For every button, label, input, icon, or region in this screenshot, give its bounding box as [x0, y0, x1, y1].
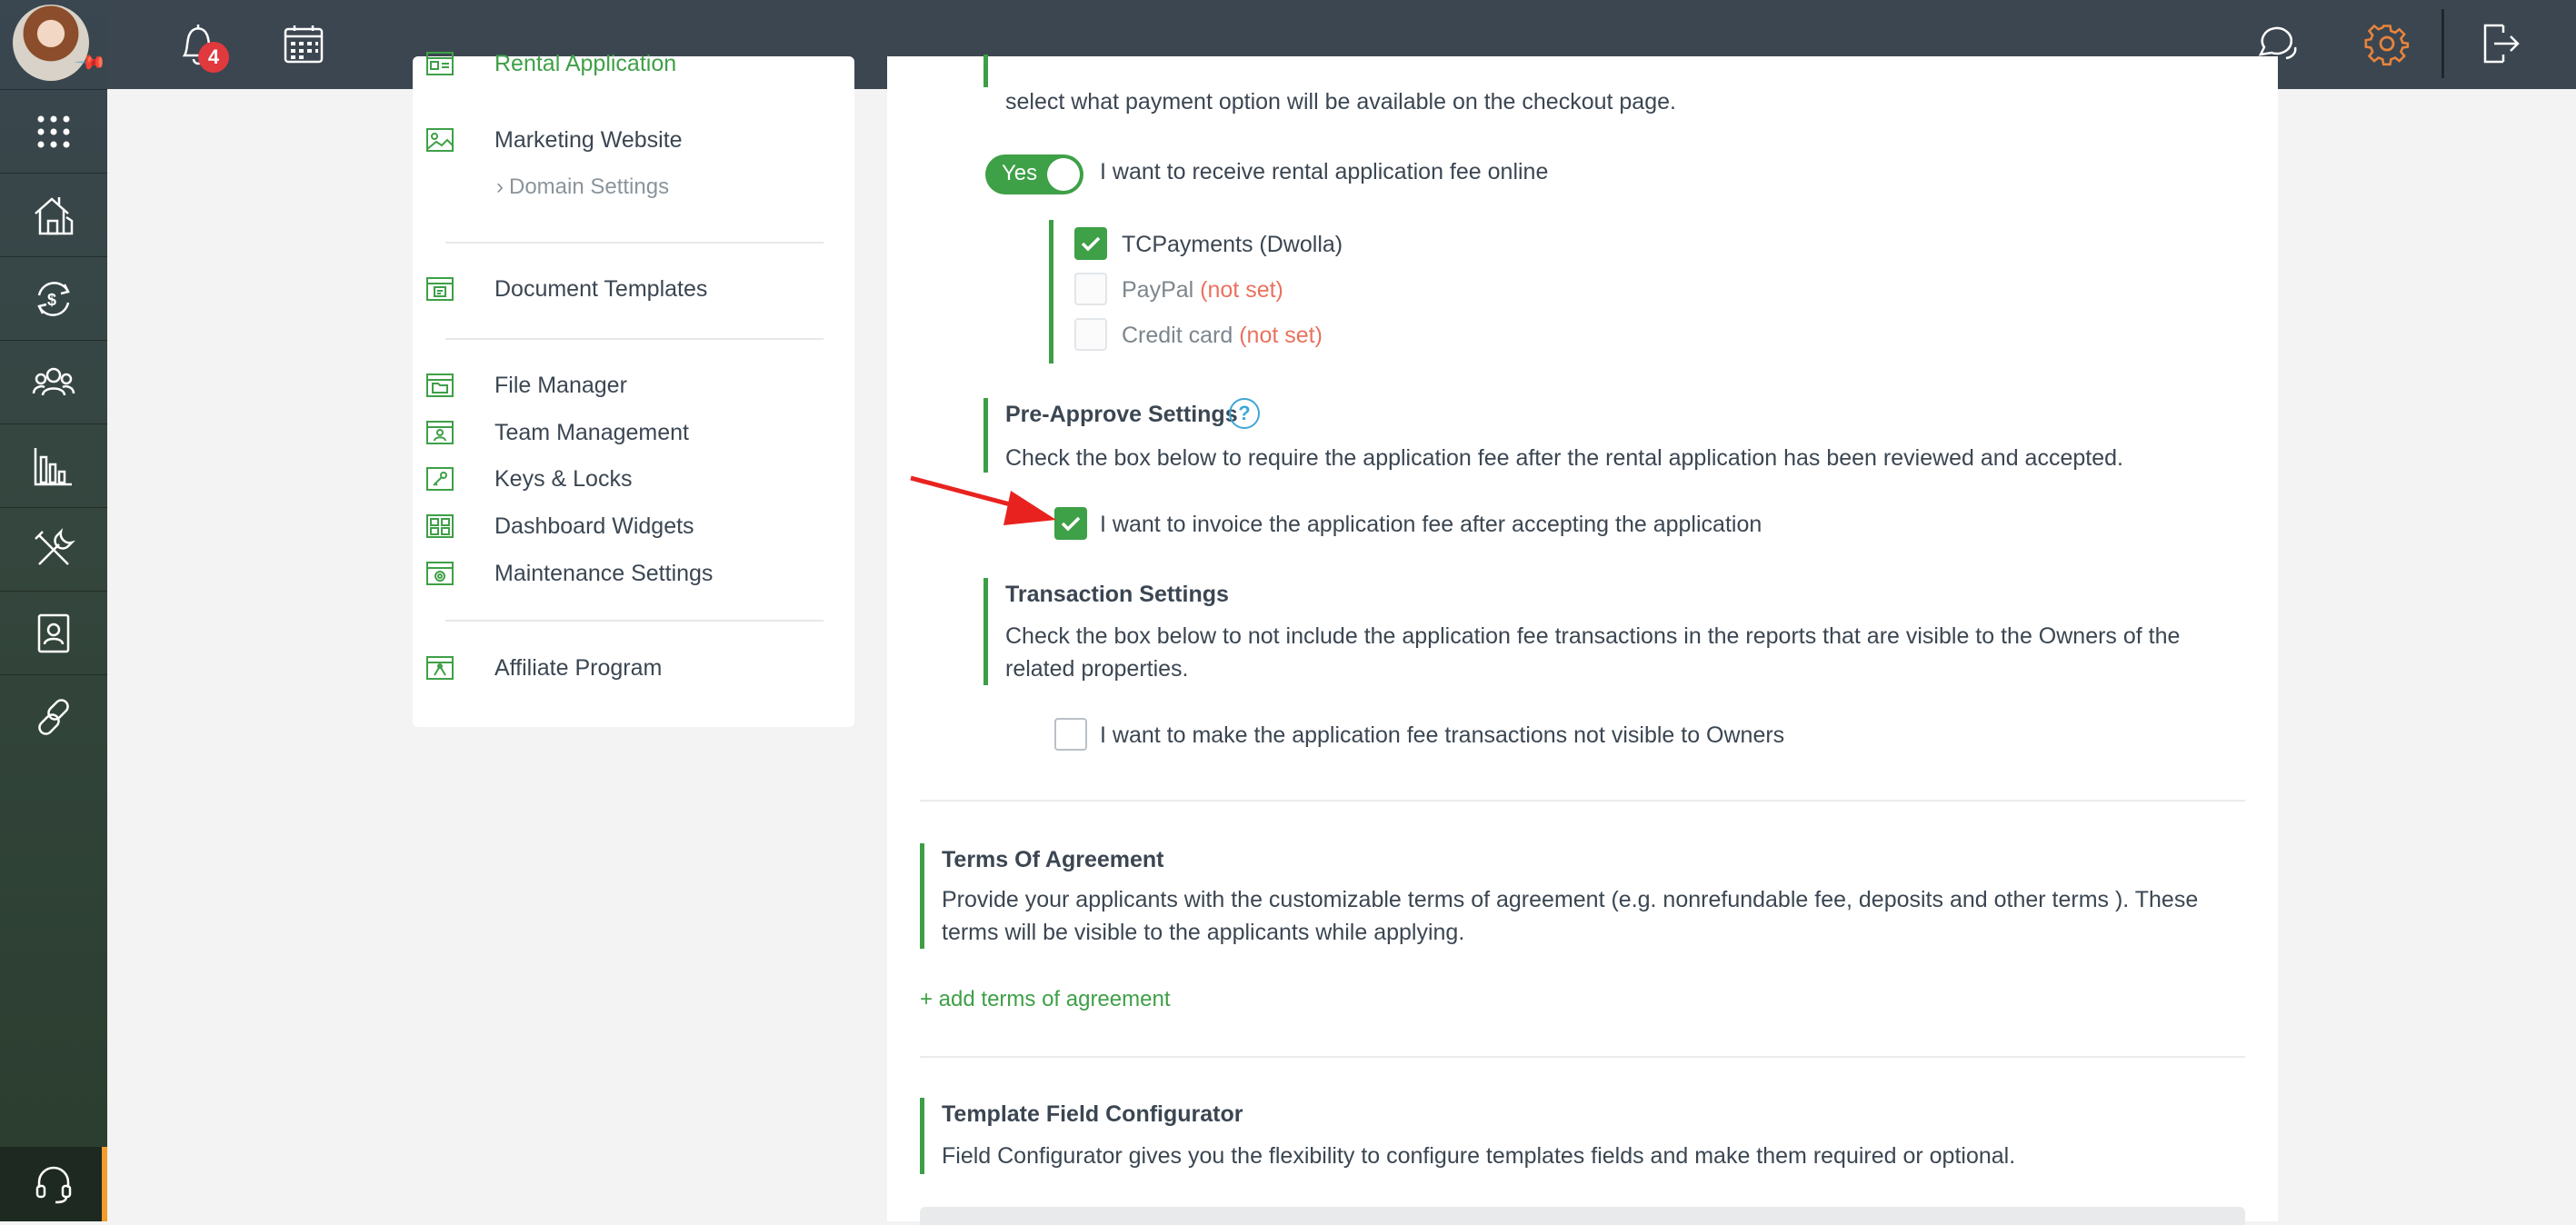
annotation-arrow-icon — [910, 475, 1056, 525]
